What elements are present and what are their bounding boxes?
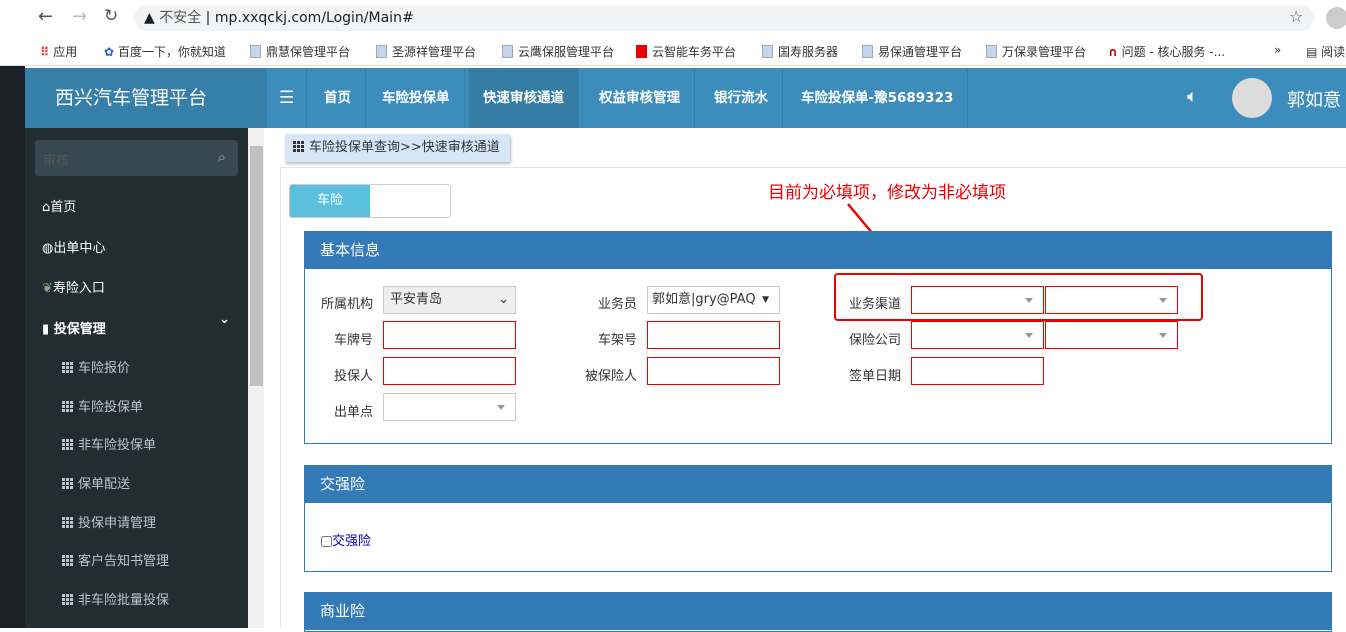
- insurer-select-1[interactable]: [911, 321, 1044, 349]
- nav-fast-review[interactable]: 快速审核通道: [469, 68, 579, 128]
- sidebar-sub-item[interactable]: 保单配送: [62, 473, 130, 492]
- panel-title: 商业险: [305, 593, 1331, 630]
- nav-rights-review[interactable]: 权益审核管理: [585, 68, 695, 128]
- app-logo: 西兴汽车管理平台: [25, 68, 267, 128]
- reload-icon[interactable]: ↻: [104, 6, 118, 26]
- address-bar[interactable]: ▲ 不安全 | mp.xxqckj.com/Login/Main#: [134, 5, 1314, 31]
- bookmark[interactable]: 云鹰保服管理平台: [502, 43, 614, 60]
- desktop-edge: [0, 66, 25, 628]
- outlet-select[interactable]: [383, 393, 516, 421]
- nav-home[interactable]: 首页: [310, 68, 366, 128]
- grid-icon: [293, 141, 304, 152]
- scrollbar-thumb[interactable]: [250, 146, 263, 386]
- compulsory-checkbox[interactable]: [321, 536, 332, 547]
- label-salesman: 业务员: [597, 297, 637, 312]
- insured-input[interactable]: [647, 357, 780, 385]
- browser-toolbar: ← → ↻ ▲ 不安全 | mp.xxqckj.com/Login/Main# …: [0, 0, 1346, 36]
- panel-title: 交强险: [305, 466, 1331, 503]
- globe-icon: ◍: [42, 241, 54, 256]
- commercial-insurance-panel: 商业险: [304, 592, 1332, 632]
- label-outlet: 出单点: [333, 405, 373, 420]
- bookmark[interactable]: 易保通管理平台: [862, 43, 962, 60]
- sidebar-sub-item[interactable]: 车险报价: [62, 357, 130, 376]
- user-name[interactable]: 郭如意: [1287, 86, 1341, 112]
- bookmark[interactable]: 万保录管理平台: [986, 43, 1086, 60]
- star-icon[interactable]: ☆: [1289, 7, 1303, 26]
- tab-car-insurance[interactable]: 车险: [290, 185, 370, 217]
- nav-bank-flow[interactable]: 银行流水: [700, 68, 783, 128]
- compulsory-checkbox-label[interactable]: 交强险: [321, 530, 371, 549]
- sidebar-search-input[interactable]: 审核 ⌕: [35, 140, 238, 176]
- insurer-select-2[interactable]: [1045, 321, 1178, 349]
- plate-input[interactable]: [383, 321, 516, 349]
- nav-policy-tab[interactable]: 车险投保单-豫5689323: [787, 68, 969, 128]
- search-icon[interactable]: ⌕: [218, 148, 226, 166]
- forward-icon[interactable]: →: [72, 6, 87, 27]
- bookmarks-bar: ⠿ 应用 ✿ 百度一下，你就知道 鼎慧保管理平台 圣源祥管理平台 云鹰保服管理平…: [0, 36, 1346, 66]
- sidebar-sub-item[interactable]: 非车险投保单: [62, 434, 156, 453]
- panel-title: 基本信息: [305, 232, 1331, 269]
- chevron-down-icon[interactable]: ⌄: [219, 312, 230, 327]
- vin-input[interactable]: [647, 321, 780, 349]
- back-icon[interactable]: ←: [38, 6, 53, 27]
- sidebar-sub-item[interactable]: 投保申请管理: [62, 512, 156, 531]
- sidebar-item-home[interactable]: ⌂首页: [42, 196, 76, 215]
- bookmark[interactable]: ✿ 百度一下，你就知道: [104, 43, 226, 60]
- sidebar-item-issuance[interactable]: ◍出单中心: [42, 237, 105, 256]
- label-applicant: 投保人: [333, 369, 373, 384]
- nav-car-policy[interactable]: 车险投保单: [368, 68, 465, 128]
- breadcrumb: 车险投保单查询>>快速审核通道: [285, 134, 510, 162]
- bookmark[interactable]: ▤ 阅读: [1306, 43, 1345, 60]
- label-insurer: 保险公司: [848, 333, 901, 348]
- bookmark[interactable]: 云智能车务平台: [636, 43, 736, 60]
- compulsory-insurance-panel: 交强险 交强险: [304, 465, 1332, 572]
- file-icon: ▮: [42, 322, 50, 337]
- label-org: 所属机构: [320, 297, 373, 312]
- applicant-input[interactable]: [383, 357, 516, 385]
- label-vin: 车架号: [597, 333, 637, 348]
- caret-icon: ▼: [762, 295, 769, 305]
- sidebar-item-policy-mgmt[interactable]: ▮ 投保管理: [42, 318, 106, 337]
- salesman-select[interactable]: 郭如意|gry@PAQ ▼: [647, 286, 780, 314]
- profile-icon[interactable]: [1326, 7, 1346, 29]
- chevron-down-icon: ⌄: [498, 292, 509, 307]
- more-bookmarks-icon[interactable]: »: [1274, 43, 1281, 57]
- sidebar-sub-item[interactable]: 车险投保单: [62, 396, 143, 415]
- label-plate: 车牌号: [333, 333, 373, 348]
- bookmark[interactable]: 国寿服务器: [762, 43, 838, 60]
- sidebar-sub-item[interactable]: 非车险批量投保: [62, 589, 169, 608]
- tab-group: 车险: [289, 184, 451, 218]
- warning-icon: ▲: [144, 10, 160, 26]
- bookmark[interactable]: ∩ 问题 - 核心服务 -...: [1108, 43, 1225, 60]
- bookmark[interactable]: 鼎慧保管理平台: [250, 43, 350, 60]
- bookmark[interactable]: ⠿ 应用: [40, 43, 77, 60]
- leaf-icon: ❦: [42, 281, 53, 296]
- label-insured: 被保险人: [584, 369, 637, 384]
- bookmark[interactable]: 圣源祥管理平台: [376, 43, 476, 60]
- org-select[interactable]: 平安青岛 ⌄: [383, 286, 516, 314]
- label-sign-date: 签单日期: [848, 369, 901, 384]
- sidebar-item-life[interactable]: ❦寿险入口: [42, 277, 105, 296]
- speaker-icon[interactable]: 🔈︎: [1187, 86, 1198, 107]
- annotation-highlight-box: [834, 273, 1203, 321]
- menu-toggle-icon[interactable]: ☰: [267, 68, 308, 128]
- avatar[interactable]: [1232, 78, 1272, 118]
- sidebar-sub-item[interactable]: 客户告知书管理: [62, 550, 169, 569]
- sign-date-input[interactable]: [911, 357, 1044, 385]
